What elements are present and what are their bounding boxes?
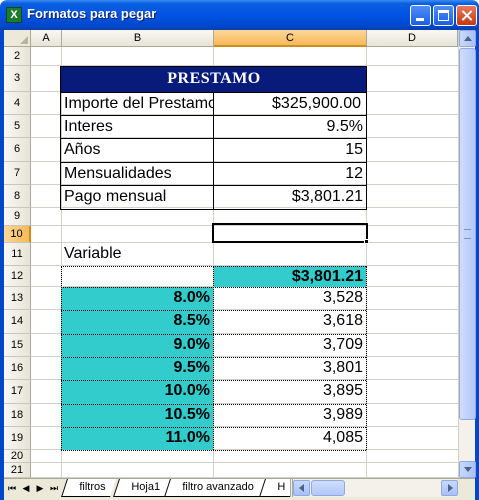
last-sheet-icon[interactable]: ⏭ bbox=[49, 483, 59, 495]
row-header-2[interactable]: 2 bbox=[4, 47, 31, 66]
payment-cell[interactable]: 3,709 bbox=[214, 334, 366, 356]
row-header-14[interactable]: 14 bbox=[4, 310, 31, 334]
loan-label[interactable]: Años bbox=[61, 139, 213, 161]
row-header-20[interactable]: 20 bbox=[4, 450, 31, 463]
payment-cell[interactable]: 3,618 bbox=[214, 310, 366, 332]
loan-label[interactable]: Interes bbox=[61, 116, 213, 138]
row-header-4[interactable]: 4 bbox=[4, 92, 31, 115]
minimize-button[interactable] bbox=[410, 5, 431, 26]
loan-value[interactable]: $3,801.21 bbox=[214, 186, 366, 208]
sheet-tab-filtros[interactable]: filtros bbox=[61, 479, 117, 497]
row-header-12[interactable]: 12 bbox=[4, 266, 31, 287]
column-header-c[interactable]: C bbox=[214, 30, 367, 47]
title-bar: X Formatos para pegar bbox=[0, 0, 479, 30]
payment-cell[interactable]: 3,895 bbox=[214, 380, 366, 402]
active-cell[interactable] bbox=[212, 223, 368, 243]
loan-label[interactable]: Mensualidades bbox=[61, 163, 213, 185]
next-sheet-icon[interactable]: ▶ bbox=[35, 483, 45, 495]
row-header-18[interactable]: 18 bbox=[4, 404, 31, 427]
row-header-19[interactable]: 19 bbox=[4, 427, 31, 450]
rate-cell[interactable]: 8.5% bbox=[61, 310, 213, 332]
row-header-5[interactable]: 5 bbox=[4, 115, 31, 138]
row-header-7[interactable]: 7 bbox=[4, 162, 31, 185]
horizontal-scrollbar[interactable] bbox=[290, 479, 458, 497]
row-header-3[interactable]: 3 bbox=[4, 66, 31, 92]
select-all-button[interactable] bbox=[4, 30, 31, 47]
loan-value[interactable]: 15 bbox=[214, 139, 366, 161]
row-header-13[interactable]: 13 bbox=[4, 287, 31, 310]
row-header-21[interactable]: 21 bbox=[4, 463, 31, 478]
horizontal-scroll-thumb[interactable] bbox=[311, 480, 345, 496]
rate-cell[interactable]: 9.5% bbox=[61, 357, 213, 379]
row-header-15[interactable]: 15 bbox=[4, 334, 31, 357]
scroll-down-button[interactable] bbox=[459, 461, 476, 478]
row-header-9[interactable]: 9 bbox=[4, 208, 31, 226]
loan-value[interactable]: 9.5% bbox=[214, 116, 366, 138]
loan-value[interactable]: 12 bbox=[214, 163, 366, 185]
window-title: Formatos para pegar bbox=[27, 6, 157, 21]
scroll-left-button[interactable] bbox=[293, 480, 310, 496]
scroll-right-button[interactable] bbox=[441, 480, 458, 496]
row-header-11[interactable]: 11 bbox=[4, 243, 31, 266]
rate-cell[interactable]: 10.5% bbox=[61, 404, 213, 426]
sheet-tab-hoja1[interactable]: Hoja1 bbox=[113, 479, 171, 497]
row-header-8[interactable]: 8 bbox=[4, 185, 31, 208]
sheet-tab-bar: ⏮ ◀ ▶ ⏭ filtros Hoja1 filtro avanzado H bbox=[4, 478, 475, 500]
gridline bbox=[31, 462, 458, 463]
column-header-b[interactable]: B bbox=[62, 30, 214, 47]
rate-cell[interactable]: 8.0% bbox=[61, 287, 213, 309]
rate-cell[interactable]: 11.0% bbox=[61, 427, 213, 449]
payment-cell[interactable]: 3,528 bbox=[214, 287, 366, 309]
payment-cell[interactable]: 3,801 bbox=[214, 357, 366, 379]
column-header-d[interactable]: D bbox=[367, 30, 458, 47]
scroll-thumb[interactable] bbox=[459, 48, 476, 420]
loan-value[interactable]: $325,900.00 bbox=[214, 93, 364, 115]
table-border bbox=[61, 450, 366, 451]
vertical-scrollbar[interactable] bbox=[458, 30, 476, 478]
sheet-tab-filtro-avanzado[interactable]: filtro avanzado bbox=[164, 479, 265, 497]
rate-cell[interactable]: 9.0% bbox=[61, 334, 213, 356]
loan-label[interactable]: Importe del Prestamo bbox=[61, 93, 213, 115]
table-border bbox=[366, 266, 367, 450]
payment-cell[interactable]: 3,989 bbox=[214, 404, 366, 426]
worksheet[interactable]: A B C D 2 3 4 5 6 7 8 9 10 11 12 13 14 15 16 17 18 19 20 21… bbox=[4, 30, 458, 478]
row-header-10[interactable]: 10 bbox=[4, 226, 31, 243]
loan-label[interactable]: Pago mensual bbox=[61, 186, 213, 208]
payment-cell[interactable]: 4,085 bbox=[214, 427, 366, 449]
prev-sheet-icon[interactable]: ◀ bbox=[21, 483, 31, 495]
rate-cell[interactable]: 10.0% bbox=[61, 380, 213, 402]
row-header-16[interactable]: 16 bbox=[4, 357, 31, 380]
close-button[interactable] bbox=[456, 5, 477, 26]
first-sheet-icon[interactable]: ⏮ bbox=[7, 483, 17, 495]
maximize-button[interactable] bbox=[433, 5, 454, 26]
row-header-17[interactable]: 17 bbox=[4, 380, 31, 404]
table-header-value[interactable]: $3,801.21 bbox=[214, 266, 366, 288]
scroll-up-button[interactable] bbox=[459, 30, 476, 47]
variable-label[interactable]: Variable bbox=[61, 243, 213, 265]
fill-handle[interactable] bbox=[364, 239, 369, 244]
excel-workbook-icon[interactable]: X bbox=[6, 7, 22, 23]
row-header-6[interactable]: 6 bbox=[4, 138, 31, 162]
column-header-a[interactable]: A bbox=[31, 30, 62, 47]
